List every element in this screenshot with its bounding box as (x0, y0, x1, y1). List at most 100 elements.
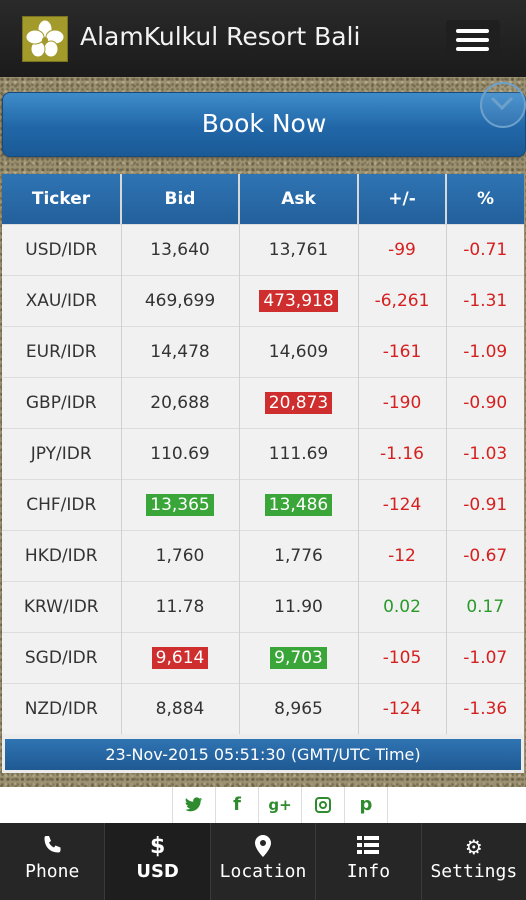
bid-value-highlight: 9,614 (151, 647, 209, 669)
table-row[interactable]: JPY/IDR 110.69 111.69 -1.16 -1.03 (2, 428, 524, 480)
column-header-ask[interactable]: Ask (239, 174, 359, 225)
bid-value-highlight: 13,365 (146, 494, 214, 516)
twitter-icon[interactable] (172, 787, 215, 823)
change-cell: -190 (358, 377, 447, 429)
ticker-cell: CHF/IDR (2, 479, 122, 531)
ask-cell: 11.90 (239, 581, 359, 633)
ticker-cell: KRW/IDR (2, 581, 122, 633)
table-row[interactable]: NZD/IDR 8,884 8,965 -124 -1.36 (2, 683, 524, 734)
ask-value-highlight: 473,918 (259, 290, 338, 312)
percent-cell: -0.90 (446, 377, 524, 429)
column-header-bid[interactable]: Bid (121, 174, 240, 225)
table-row[interactable]: USD/IDR 13,640 13,761 -99 -0.71 (2, 224, 524, 276)
map-pin-icon (211, 835, 315, 859)
dollar-icon: $ (149, 834, 166, 859)
percent-cell: -1.31 (446, 275, 524, 327)
ticker-cell: NZD/IDR (2, 683, 122, 734)
change-cell: -124 (358, 683, 447, 734)
ask-cell: 8,965 (239, 683, 359, 734)
tab-usd[interactable]: $ USD (104, 823, 210, 900)
ask-cell: 473,918 (239, 275, 359, 327)
percent-cell: 0.17 (446, 581, 524, 633)
social-bar: f g+ p (0, 787, 526, 823)
ask-cell: 20,873 (239, 377, 359, 429)
tab-phone-label: Phone (25, 861, 80, 882)
table-header-row: Ticker Bid Ask +/- % (2, 174, 524, 225)
last-updated-timestamp: 23-Nov-2015 05:51:30 (GMT/UTC Time) (5, 739, 521, 770)
exchange-rate-table: Ticker Bid Ask +/- % USD/IDR 13,640 13,7… (2, 174, 524, 773)
phone-icon (0, 835, 104, 859)
ask-value-highlight: 9,703 (270, 647, 327, 669)
tab-usd-label: USD (136, 861, 179, 882)
table-row[interactable]: SGD/IDR 9,614 9,703 -105 -1.07 (2, 632, 524, 684)
table-row[interactable]: XAU/IDR 469,699 473,918 -6,261 -1.31 (2, 275, 524, 327)
ticker-cell: GBP/IDR (2, 377, 122, 429)
bid-cell: 13,640 (121, 224, 240, 276)
change-cell: -6,261 (358, 275, 447, 327)
bid-cell: 11.78 (121, 581, 240, 633)
google-plus-icon[interactable]: g+ (258, 787, 301, 823)
change-cell: -161 (358, 326, 447, 378)
tab-settings-label: Settings (430, 861, 518, 882)
ask-value-highlight: 20,873 (264, 392, 333, 414)
tab-phone[interactable]: Phone (0, 823, 104, 900)
table-row[interactable]: GBP/IDR 20,688 20,873 -190 -0.90 (2, 377, 524, 429)
change-cell: -1.16 (358, 428, 447, 480)
column-header-change[interactable]: +/- (358, 174, 447, 225)
bid-cell: 1,760 (121, 530, 240, 582)
bid-cell: 13,365 (121, 479, 240, 531)
pinterest-icon[interactable]: p (344, 787, 388, 823)
percent-cell: -0.67 (446, 530, 524, 582)
table-row[interactable]: EUR/IDR 14,478 14,609 -161 -1.09 (2, 326, 524, 378)
ticker-cell: JPY/IDR (2, 428, 122, 480)
book-now-button[interactable]: Book Now (2, 92, 526, 157)
gear-icon: ⚙ (464, 835, 483, 859)
tab-info-label: Info (346, 861, 391, 882)
change-cell: -12 (358, 530, 447, 582)
percent-cell: -1.09 (446, 326, 524, 378)
app-title: AlamKulkul Resort Bali (80, 22, 361, 51)
bid-cell: 469,699 (121, 275, 240, 327)
ticker-cell: XAU/IDR (2, 275, 122, 327)
instagram-icon[interactable] (301, 787, 344, 823)
percent-cell: -1.03 (446, 428, 524, 480)
ticker-cell: HKD/IDR (2, 530, 122, 582)
column-header-percent[interactable]: % (446, 174, 524, 225)
table-row[interactable]: HKD/IDR 1,760 1,776 -12 -0.67 (2, 530, 524, 582)
app-bar: AlamKulkul Resort Bali (0, 0, 526, 78)
hamburger-icon (456, 29, 489, 33)
list-icon (316, 835, 420, 859)
ask-cell: 9,703 (239, 632, 359, 684)
ask-cell: 13,486 (239, 479, 359, 531)
ticker-cell: USD/IDR (2, 224, 122, 276)
bid-cell: 8,884 (121, 683, 240, 734)
change-cell: -124 (358, 479, 447, 531)
bid-cell: 9,614 (121, 632, 240, 684)
tab-settings[interactable]: ⚙ Settings (420, 823, 526, 900)
chevron-down-icon[interactable] (480, 82, 526, 128)
facebook-icon[interactable]: f (215, 787, 258, 823)
menu-button[interactable] (446, 20, 500, 60)
percent-cell: -0.91 (446, 479, 524, 531)
table-row[interactable]: CHF/IDR 13,365 13,486 -124 -0.91 (2, 479, 524, 531)
ticker-cell: EUR/IDR (2, 326, 122, 378)
resort-logo (22, 16, 68, 62)
percent-cell: -0.71 (446, 224, 524, 276)
column-header-ticker[interactable]: Ticker (2, 174, 122, 225)
bottom-navigation: Phone $ USD Location Info ⚙ Settings (0, 823, 526, 900)
ask-cell: 111.69 (239, 428, 359, 480)
table-row[interactable]: KRW/IDR 11.78 11.90 0.02 0.17 (2, 581, 524, 633)
change-cell: -99 (358, 224, 447, 276)
ask-cell: 14,609 (239, 326, 359, 378)
percent-cell: -1.36 (446, 683, 524, 734)
percent-cell: -1.07 (446, 632, 524, 684)
tab-info[interactable]: Info (315, 823, 420, 900)
ask-cell: 13,761 (239, 224, 359, 276)
change-cell: -105 (358, 632, 447, 684)
tab-location-label: Location (219, 861, 307, 882)
tab-location[interactable]: Location (209, 823, 315, 900)
ask-cell: 1,776 (239, 530, 359, 582)
bid-cell: 110.69 (121, 428, 240, 480)
bid-cell: 20,688 (121, 377, 240, 429)
bid-cell: 14,478 (121, 326, 240, 378)
